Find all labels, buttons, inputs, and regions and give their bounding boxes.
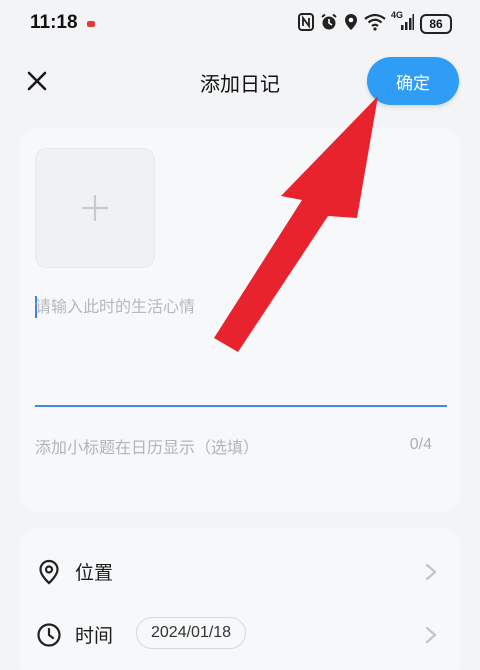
subtitle-input[interactable]: [35, 433, 375, 461]
meta-card: 位置 时间 2024/01/18: [20, 528, 460, 670]
signal-icon: 4G: [391, 10, 414, 35]
date-picker[interactable]: 2024/01/18: [136, 617, 247, 649]
app-header: 添加日记 确定: [0, 50, 480, 114]
diary-editor-card: 0/4: [20, 128, 460, 512]
input-underline: [35, 405, 447, 407]
plus-icon: [81, 194, 109, 222]
network-type: 4G: [391, 10, 404, 20]
time-row[interactable]: 时间 2024/01/18: [20, 605, 460, 663]
nfc-icon: [298, 13, 314, 35]
chevron-right-icon: [425, 626, 437, 644]
clock-icon: [37, 623, 61, 647]
time-label: 时间: [75, 625, 114, 647]
battery-indicator: 86: [420, 14, 452, 34]
status-time: 11:18: [30, 12, 78, 33]
location-pin-icon: [39, 559, 59, 585]
mood-input[interactable]: [35, 293, 447, 403]
add-photo-button[interactable]: [35, 148, 155, 268]
location-label: 位置: [75, 562, 114, 584]
location-status-icon: [344, 13, 358, 35]
status-icons: 4G 86: [298, 10, 452, 35]
subtitle-counter: 0/4: [409, 436, 432, 453]
location-row[interactable]: 位置: [20, 542, 460, 600]
confirm-button[interactable]: 确定: [367, 57, 459, 105]
status-bar: 11:18 4G 86: [0, 0, 480, 50]
wifi-icon: [364, 13, 386, 35]
alarm-icon: [320, 13, 338, 35]
chevron-right-icon: [425, 563, 437, 581]
notification-icon: [87, 21, 95, 27]
